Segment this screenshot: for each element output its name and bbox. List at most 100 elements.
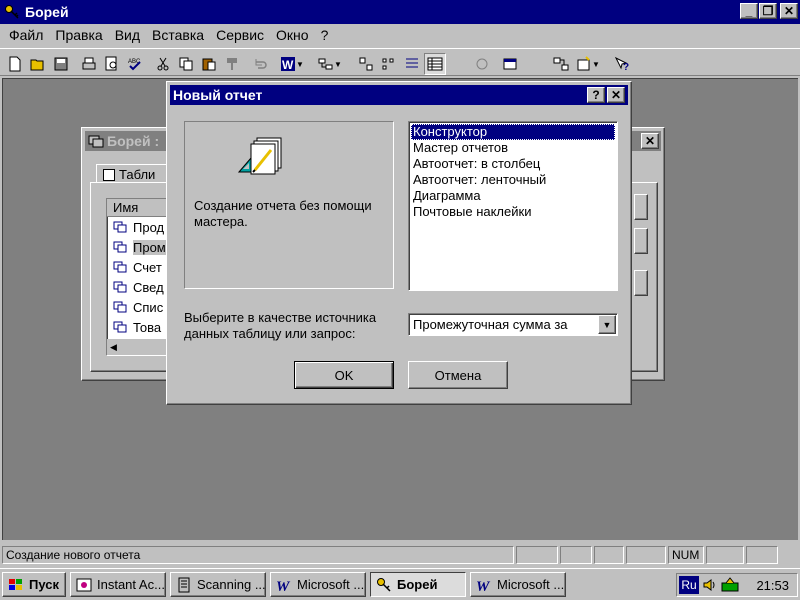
list-item[interactable]: Счет [107,257,173,277]
list-header-name[interactable]: Имя [107,199,173,217]
copy-icon[interactable] [175,53,197,75]
menu-file[interactable]: Файл [4,27,48,43]
option-report-wizard[interactable]: Мастер отчетов [411,140,615,156]
create-button[interactable] [634,270,648,296]
status-panel [746,546,778,564]
dialog-close-button[interactable]: ✕ [607,87,625,103]
menu-edit[interactable]: Правка [50,27,107,43]
print-icon[interactable] [78,53,100,75]
list-item[interactable]: Свед [107,277,173,297]
app-title-bar[interactable]: Борей _ ❐ ✕ [0,0,800,24]
details-icon[interactable] [424,53,446,75]
query-icon [113,321,127,333]
list-item[interactable]: Прод [107,217,173,237]
small-icons-icon[interactable] [378,53,400,75]
scheduler-icon[interactable] [721,577,739,593]
source-label: Выберите в качестве источника данных таб… [184,310,377,341]
source-combo[interactable]: Промежуточная сумма за ▼ [408,313,618,336]
option-design-view[interactable]: Конструктор [411,124,615,140]
scroll-left-icon[interactable]: ◀ [110,342,117,353]
new-object-icon[interactable]: ▼ [573,53,603,75]
key-icon [3,3,21,21]
dialog-title: Новый отчет [173,87,263,103]
analyze-icon[interactable]: ▼ [315,53,345,75]
dialog-help-button[interactable]: ? [587,87,605,103]
list-item[interactable]: Спис [107,297,173,317]
task-microsoft-word-1[interactable]: W Microsoft ... [270,572,366,597]
query-icon [113,221,127,233]
speaker-icon[interactable] [702,577,718,593]
large-icons-icon[interactable] [355,53,377,75]
cut-icon[interactable] [152,53,174,75]
properties-icon[interactable] [499,53,521,75]
query-icon [113,301,127,313]
design-button[interactable] [634,228,648,254]
print-preview-icon[interactable] [101,53,123,75]
menu-insert[interactable]: Вставка [147,27,209,43]
clock[interactable]: 21:53 [756,578,789,593]
database-window-title: Борей : [107,133,160,149]
app-title: Борей [25,4,69,20]
svg-text:?: ? [623,62,629,72]
preview-description: Создание отчета без помощи мастера. [194,198,372,229]
status-panel [560,546,592,564]
close-button[interactable]: ✕ [780,3,798,19]
relationships-icon[interactable] [550,53,572,75]
new-icon[interactable] [4,53,26,75]
task-microsoft-word-2[interactable]: W Microsoft ... [470,572,566,597]
source-combo-value: Промежуточная сумма за [413,317,568,332]
tab-tables-label: Табли [119,167,156,182]
task-scanning[interactable]: Scanning ... [170,572,266,597]
option-label-wizard[interactable]: Почтовые наклейки [411,204,615,220]
cancel-button[interactable]: Отмена [408,361,508,389]
spelling-icon[interactable]: ABC [124,53,146,75]
language-indicator[interactable]: Ru [679,576,699,594]
database-icon [88,135,104,148]
chevron-down-icon[interactable]: ▼ [598,315,616,334]
office-links-icon[interactable]: W ▼ [277,53,307,75]
open-icon[interactable] [27,53,49,75]
menu-window[interactable]: Окно [271,27,314,43]
status-text: Создание нового отчета [2,546,514,564]
ok-button[interactable]: OK [294,361,394,389]
minimize-button[interactable]: _ [740,3,758,19]
object-list[interactable]: Имя Прод Пром Счет Свед Спис Това ◀ [106,198,174,356]
svg-text:W: W [282,58,294,72]
save-icon[interactable] [50,53,72,75]
task-borey[interactable]: Борей [370,572,466,597]
horizontal-scrollbar[interactable]: ◀ [107,339,173,355]
code-icon[interactable] [471,53,493,75]
menu-view[interactable]: Вид [110,27,145,43]
open-button[interactable] [634,194,648,220]
taskbar: Пуск Instant Ac... Scanning ... W Micros… [0,568,800,600]
menu-tools[interactable]: Сервис [211,27,269,43]
option-autoreport-tabular[interactable]: Автоотчет: ленточный [411,172,615,188]
preview-panel: Создание отчета без помощи мастера. [184,121,394,289]
camera-icon [75,576,93,594]
num-lock-indicator: NUM [668,546,704,564]
dialog-title-bar[interactable]: Новый отчет [170,85,628,105]
table-icon [103,168,115,181]
word-icon: W [275,576,293,594]
new-report-dialog[interactable]: Новый отчет ? ✕ Создание отчета без помо… [166,81,632,405]
toolbar: ABC W ▼ ▼ ▼ ? [0,48,800,76]
report-type-list[interactable]: Конструктор Мастер отчетов Автоотчет: в … [408,121,618,291]
list-item[interactable]: Това [107,317,173,337]
list-icon[interactable] [401,53,423,75]
start-button[interactable]: Пуск [2,572,66,597]
database-window-close-button[interactable]: ✕ [641,133,659,149]
restore-button[interactable]: ❐ [759,3,777,19]
list-item[interactable]: Пром [107,237,173,257]
task-instant-access[interactable]: Instant Ac... [70,572,166,597]
windows-logo-icon [7,576,25,594]
undo-icon[interactable] [249,53,271,75]
start-label: Пуск [29,577,59,592]
option-chart-wizard[interactable]: Диаграмма [411,188,615,204]
status-panel [626,546,666,564]
help-icon[interactable]: ? [611,53,633,75]
option-autoreport-columnar[interactable]: Автоотчет: в столбец [411,156,615,172]
menu-help[interactable]: ? [316,27,334,43]
format-painter-icon[interactable] [221,53,243,75]
word-icon: W [475,576,493,594]
paste-icon[interactable] [198,53,220,75]
